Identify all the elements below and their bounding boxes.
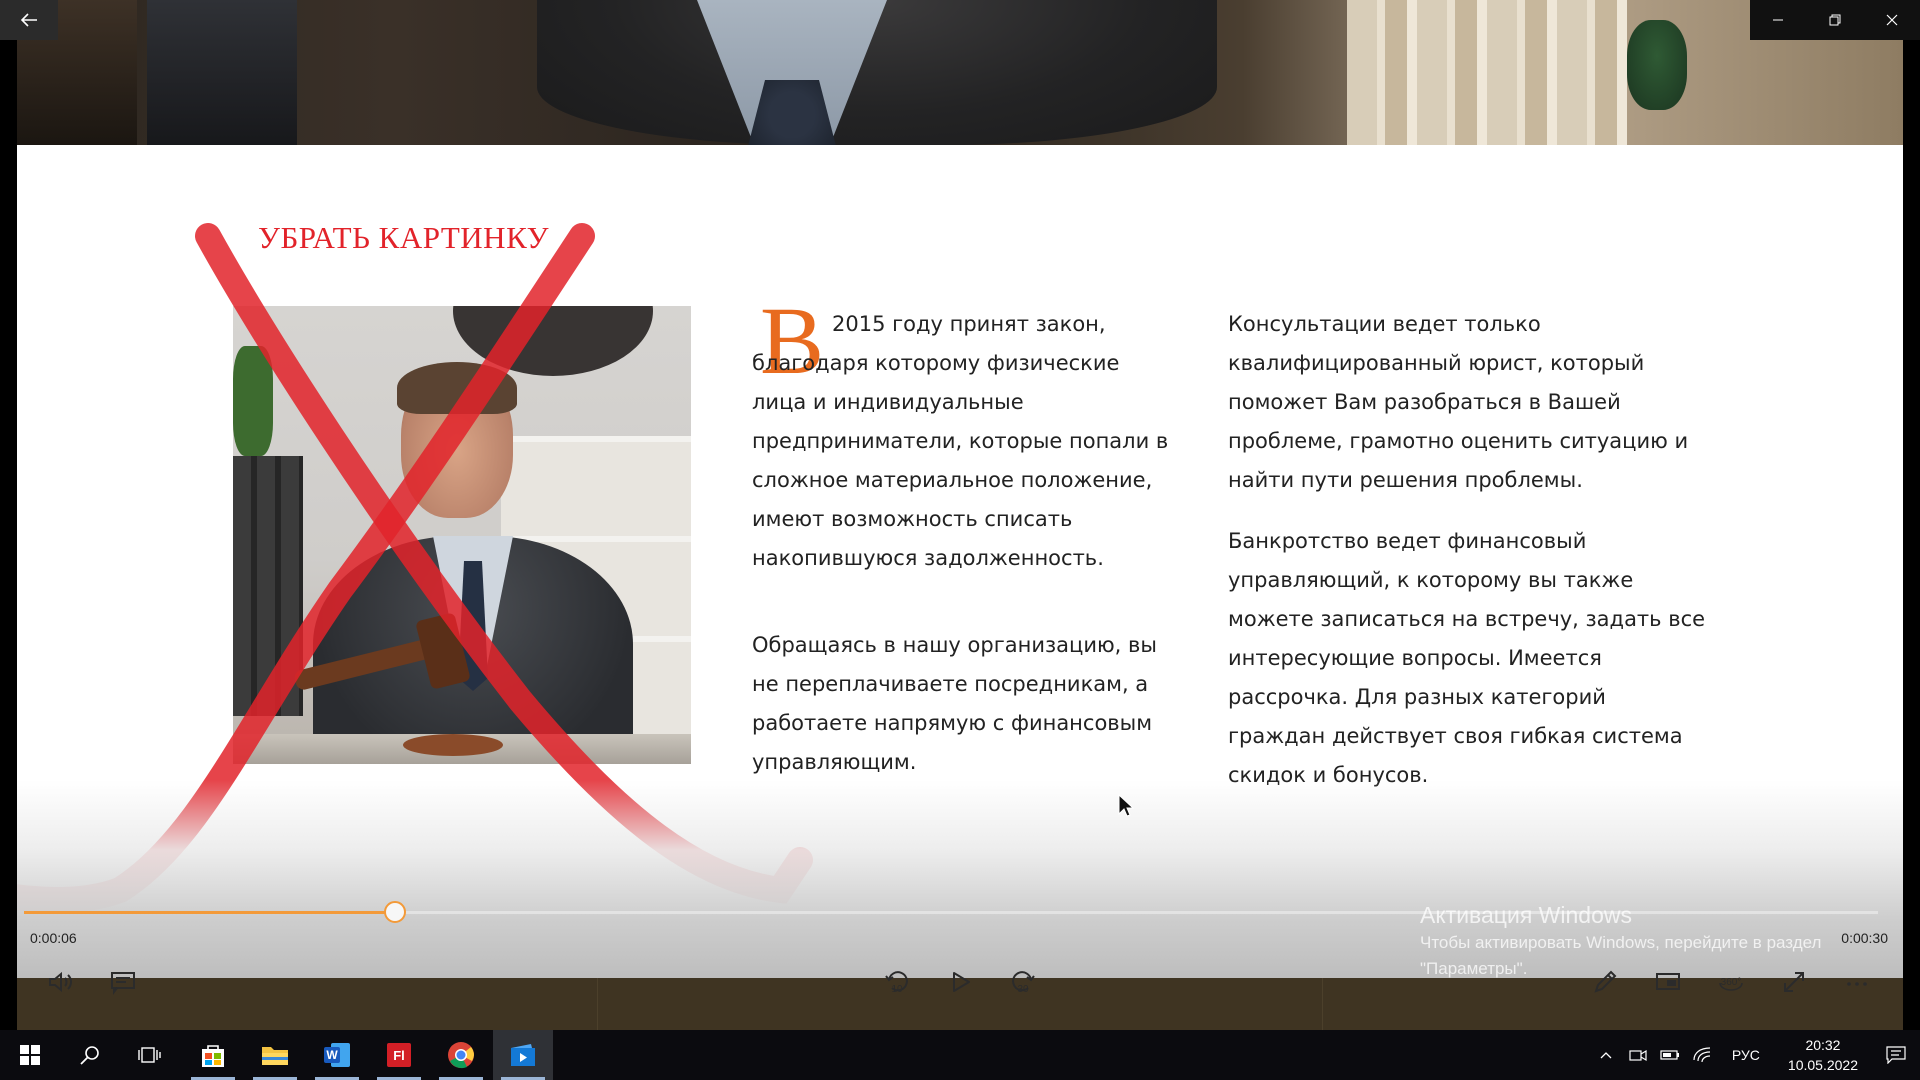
lawyer-photo xyxy=(233,306,691,764)
video-player-window: В 2015 году принят закон, благодаря кото… xyxy=(0,0,1920,1080)
seek-bar-fill xyxy=(24,911,395,914)
flash-icon: Fl xyxy=(387,1043,411,1067)
svg-text:W: W xyxy=(326,1048,338,1062)
taskbar-flash[interactable]: Fl xyxy=(369,1030,429,1080)
annotation-remove-image-label: УБРАТЬ КАРТИНКУ xyxy=(258,220,550,255)
taskbar-file-explorer[interactable] xyxy=(245,1030,305,1080)
volume-icon[interactable] xyxy=(38,960,82,1004)
window-left-edge xyxy=(0,40,17,1030)
start-button[interactable] xyxy=(0,1030,60,1080)
store-icon xyxy=(202,1045,224,1067)
svg-text:Fl: Fl xyxy=(393,1048,405,1063)
wifi-icon xyxy=(1693,1047,1710,1063)
paragraph-text: 2015 году принят закон, благодаря которо… xyxy=(752,312,1169,570)
svg-text:360°: 360° xyxy=(1721,977,1742,988)
battery-icon xyxy=(1660,1050,1679,1060)
taskbar-movies-tv[interactable] xyxy=(493,1030,553,1080)
task-view-icon xyxy=(138,1047,161,1063)
skip-back-10-icon[interactable]: 10 xyxy=(875,960,919,1004)
restore-icon xyxy=(1829,14,1841,26)
taskbar-clock[interactable]: 20:32 10.05.2022 xyxy=(1774,1035,1872,1075)
taskbar-chrome[interactable] xyxy=(431,1030,491,1080)
article-paragraph-1: 2015 году принят закон, благодаря которо… xyxy=(752,305,1172,578)
network-button[interactable] xyxy=(1686,1030,1718,1080)
battery-button[interactable] xyxy=(1654,1030,1686,1080)
activation-line-1: Чтобы активировать Windows, перейдите в … xyxy=(1420,933,1822,952)
file-explorer-icon xyxy=(262,1047,288,1065)
window-controls xyxy=(1750,0,1920,40)
total-time: 0:00:30 xyxy=(1841,930,1888,946)
notification-icon xyxy=(1886,1046,1906,1064)
subtitles-icon[interactable] xyxy=(101,960,145,1004)
search-icon xyxy=(80,1046,99,1065)
more-icon[interactable] xyxy=(1835,960,1879,1004)
chevron-up-icon xyxy=(1600,1052,1612,1059)
task-view-button[interactable] xyxy=(120,1030,180,1080)
article-paragraph-2: Обращаясь в нашу организацию, вы не пере… xyxy=(752,633,1157,774)
notification-center-button[interactable] xyxy=(1872,1030,1920,1080)
window-right-edge xyxy=(1903,0,1920,1030)
meet-now-button[interactable] xyxy=(1622,1030,1654,1080)
language-indicator[interactable]: РУС xyxy=(1718,1047,1774,1063)
minimize-button[interactable] xyxy=(1750,0,1807,40)
taskbar: W Fl РУС 20:32 10.05.2022 xyxy=(0,1030,1920,1080)
taskbar-store[interactable] xyxy=(183,1030,243,1080)
back-arrow-icon xyxy=(20,13,37,27)
article-paragraph-4: Банкротство ведет финансовый управляющий… xyxy=(1228,529,1706,787)
close-icon xyxy=(1886,14,1898,26)
taskbar-word[interactable]: W xyxy=(307,1030,367,1080)
camera-icon xyxy=(1629,1049,1647,1062)
start-icon xyxy=(20,1045,40,1065)
svg-text:30: 30 xyxy=(1017,984,1029,995)
svg-text:10: 10 xyxy=(891,984,903,995)
hero-photo-band xyxy=(17,0,1903,145)
word-icon: W xyxy=(324,1043,350,1067)
360-icon[interactable]: 360° xyxy=(1709,960,1753,1004)
play-icon[interactable] xyxy=(938,960,982,1004)
chrome-icon xyxy=(448,1042,474,1069)
mouse-cursor-icon xyxy=(1118,794,1134,817)
current-time: 0:00:06 xyxy=(30,930,77,946)
system-tray: РУС 20:32 10.05.2022 xyxy=(1590,1030,1920,1080)
mini-view-icon[interactable] xyxy=(1646,960,1690,1004)
fullscreen-icon[interactable] xyxy=(1772,960,1816,1004)
activation-title: Активация Windows xyxy=(1420,902,1632,928)
minimize-icon xyxy=(1773,19,1784,21)
seek-bar-thumb[interactable] xyxy=(383,901,406,923)
show-hidden-icons[interactable] xyxy=(1590,1030,1622,1080)
restore-button[interactable] xyxy=(1807,0,1864,40)
movies-tv-icon xyxy=(511,1044,535,1066)
clock-date: 10.05.2022 xyxy=(1787,1057,1858,1073)
article-paragraph-3: Консультации ведет только квалифицирован… xyxy=(1228,312,1689,492)
clock-time: 20:32 xyxy=(1805,1037,1841,1053)
search-button[interactable] xyxy=(60,1030,120,1080)
close-button[interactable] xyxy=(1863,0,1920,40)
skip-forward-30-icon[interactable]: 30 xyxy=(1001,960,1045,1004)
pen-icon[interactable] xyxy=(1583,960,1627,1004)
back-button[interactable] xyxy=(0,0,58,40)
